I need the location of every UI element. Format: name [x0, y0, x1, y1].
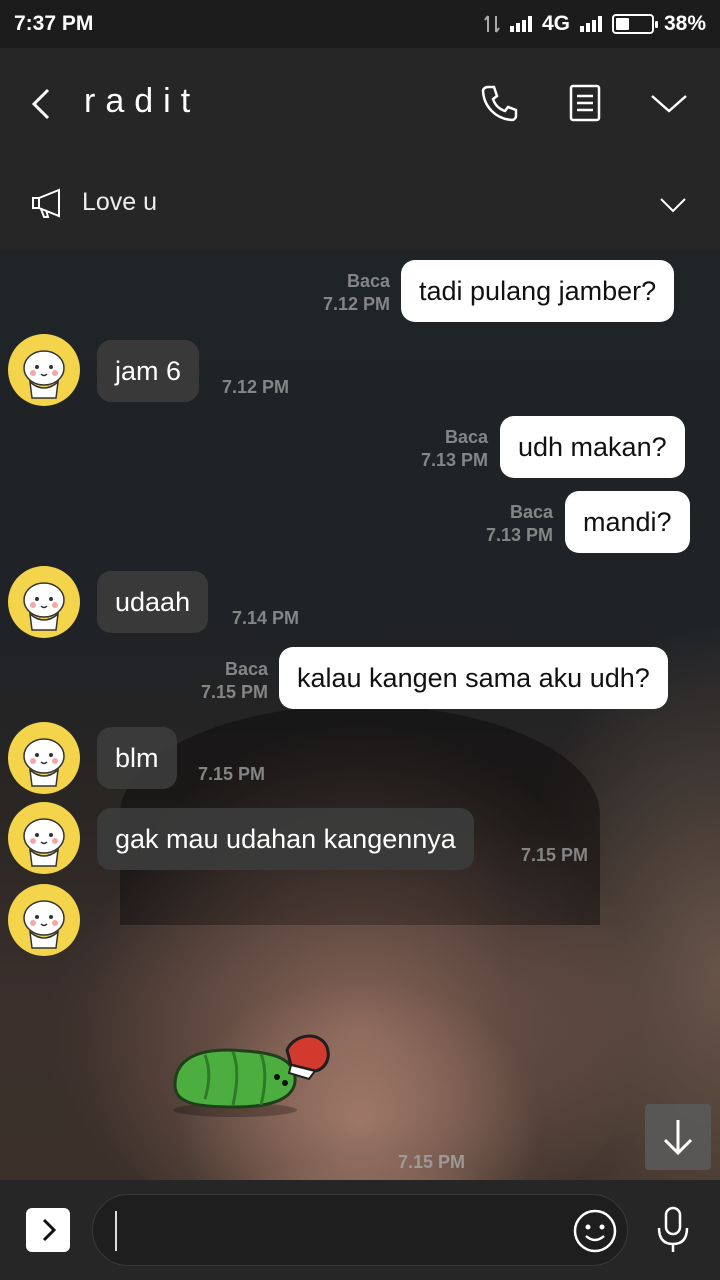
outgoing-message[interactable]: mandi? [565, 491, 690, 553]
message-meta: Baca 7.13 PM [420, 427, 488, 470]
phone-icon[interactable] [474, 78, 524, 128]
status-bar: 7:37 PM 4G 38% [0, 0, 720, 48]
green-caterpillar-sticker[interactable] [165, 1025, 335, 1120]
network-type: 4G [541, 12, 570, 35]
outgoing-message[interactable]: udh makan? [500, 416, 685, 478]
arrow-down-icon[interactable] [645, 1104, 711, 1170]
battery-percent: 38% [663, 12, 706, 35]
signal-icon-2 [579, 16, 602, 32]
avatar[interactable] [8, 802, 80, 874]
chevron-down-icon[interactable] [644, 78, 694, 128]
microphone-icon[interactable] [650, 1204, 696, 1256]
message-time: 7.15 PM [398, 1152, 466, 1172]
outgoing-message[interactable]: tadi pulang jamber? [401, 260, 675, 322]
message-time: 7.14 PM [232, 608, 300, 628]
notes-icon[interactable] [560, 78, 610, 128]
status-time: 7:37 PM [14, 12, 94, 35]
message-input-bar [0, 1180, 720, 1280]
message-input[interactable] [92, 1194, 628, 1266]
incoming-message[interactable]: jam 6 [97, 340, 200, 402]
chevron-left-icon[interactable] [22, 84, 62, 124]
chevron-down-icon[interactable] [658, 190, 688, 220]
chat-area[interactable]: Baca 7.12 PM tadi pulang jamber? jam 6 7.… [0, 250, 720, 1180]
avatar[interactable] [8, 566, 80, 638]
message-meta: Baca 7.13 PM [485, 502, 553, 545]
chat-header: radit [0, 48, 720, 158]
message-meta: Baca 7.15 PM [200, 659, 268, 702]
contact-name[interactable]: radit [84, 82, 200, 121]
signal-icon [509, 16, 532, 32]
avatar-character-icon [23, 900, 65, 949]
avatar[interactable] [8, 334, 80, 406]
incoming-message[interactable]: gak mau udahan kangennya [97, 808, 474, 870]
avatar-character-icon [23, 818, 65, 867]
announcement-bar[interactable]: Love u [0, 158, 720, 250]
message-time: 7.15 PM [521, 845, 589, 865]
avatar-character-icon [23, 582, 65, 631]
chevron-right-icon[interactable] [26, 1208, 70, 1252]
data-transfer-icon [484, 15, 500, 33]
megaphone-icon [32, 188, 60, 218]
incoming-message[interactable]: blm [97, 727, 177, 789]
message-time: 7.15 PM [198, 764, 266, 784]
outgoing-message[interactable]: kalau kangen sama aku udh? [279, 647, 668, 709]
avatar-character-icon [23, 350, 65, 399]
message-time: 7.12 PM [222, 377, 290, 397]
avatar[interactable] [8, 722, 80, 794]
avatar[interactable] [8, 884, 80, 956]
message-meta: Baca 7.12 PM [322, 271, 390, 314]
incoming-message[interactable]: udaah [97, 571, 209, 633]
avatar-character-icon [23, 738, 65, 787]
battery-icon [611, 14, 658, 34]
announcement-text: Love u [82, 188, 158, 216]
emoji-icon[interactable] [572, 1208, 618, 1254]
text-cursor [115, 1211, 117, 1251]
